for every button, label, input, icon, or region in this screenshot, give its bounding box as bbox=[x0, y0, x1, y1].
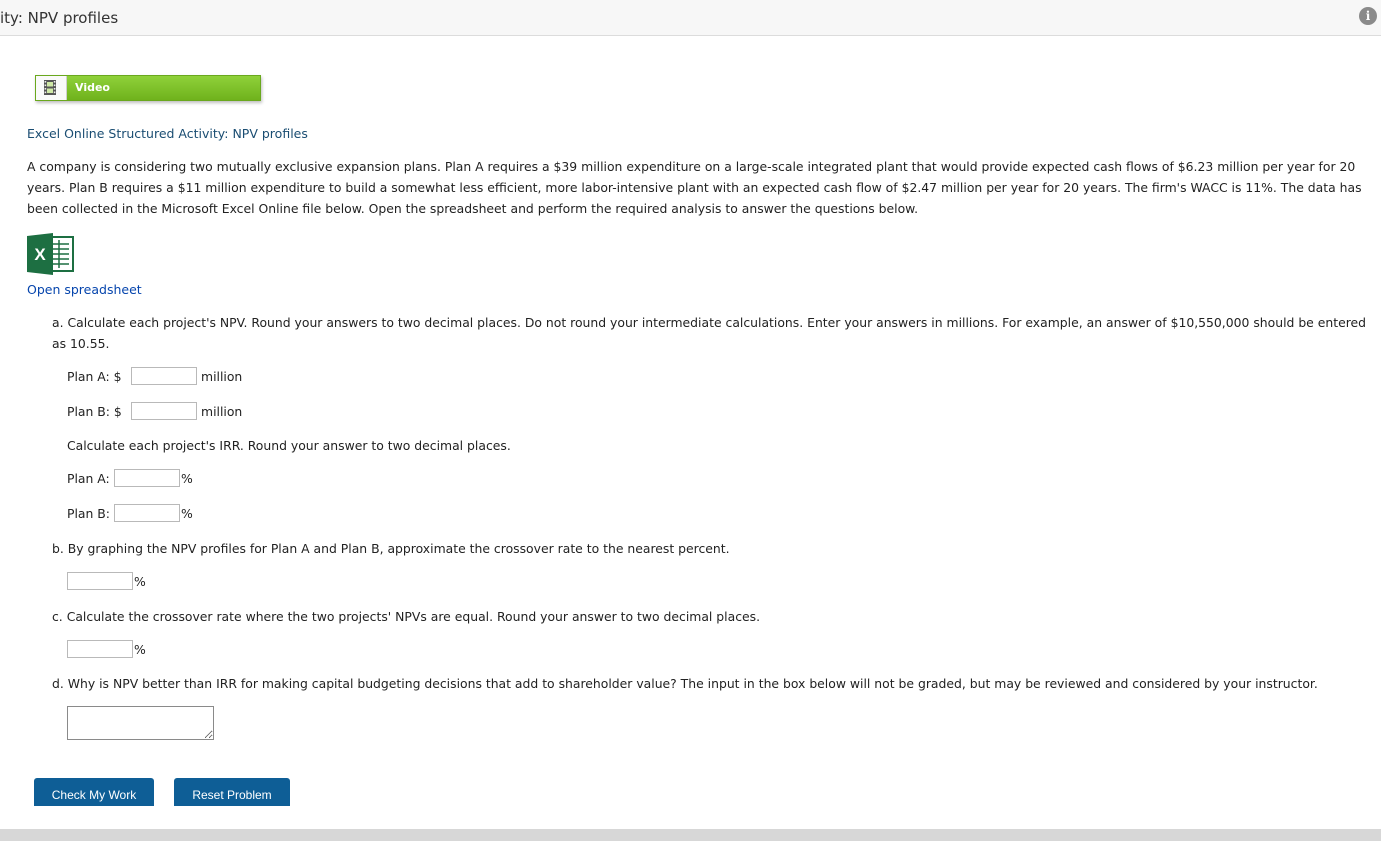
npv-plan-a-input[interactable] bbox=[131, 367, 197, 385]
irr-plan-b-label: Plan B: bbox=[67, 506, 110, 521]
irr-plan-b-input[interactable] bbox=[114, 504, 180, 522]
npv-plan-a-unit: million bbox=[201, 369, 243, 384]
question-c-prompt: c. Calculate the crossover rate where th… bbox=[52, 609, 761, 624]
npv-plan-b-label: Plan B: $ bbox=[67, 404, 122, 419]
video-label: Video bbox=[75, 81, 110, 94]
excel-icon[interactable]: X bbox=[27, 233, 75, 275]
question-b-prompt: b. By graphing the NPV profiles for Plan… bbox=[52, 541, 730, 556]
bottom-scrollbar[interactable] bbox=[0, 829, 1381, 841]
irr-plan-b-unit: % bbox=[181, 506, 193, 521]
irr-plan-a-unit: % bbox=[181, 471, 193, 486]
question-d-prompt: d. Why is NPV better than IRR for making… bbox=[52, 676, 1318, 691]
crossover-exact-unit: % bbox=[134, 642, 146, 657]
window-title: ity: NPV profiles bbox=[0, 9, 119, 27]
title-bar: ity: NPV profiles i bbox=[0, 0, 1381, 36]
check-my-work-button[interactable]: Check My Work bbox=[34, 778, 154, 806]
reset-problem-button[interactable]: Reset Problem bbox=[174, 778, 290, 806]
svg-text:X: X bbox=[34, 245, 46, 264]
info-icon[interactable]: i bbox=[1359, 7, 1377, 25]
crossover-approx-unit: % bbox=[134, 574, 146, 589]
problem-statement: A company is considering two mutually ex… bbox=[27, 159, 1362, 216]
question-a-text: a. Calculate each project's NPV. Round y… bbox=[52, 312, 1367, 354]
irr-plan-a-input[interactable] bbox=[114, 469, 180, 487]
open-spreadsheet-link[interactable]: Open spreadsheet bbox=[27, 282, 142, 297]
irr-plan-a-label: Plan A: bbox=[67, 471, 110, 486]
crossover-exact-input[interactable] bbox=[67, 640, 133, 658]
npv-vs-irr-textarea[interactable] bbox=[67, 706, 214, 740]
npv-plan-a-label: Plan A: $ bbox=[67, 369, 122, 384]
question-a-prompt: a. Calculate each project's NPV. Round y… bbox=[52, 315, 1367, 351]
video-button[interactable]: Video bbox=[35, 75, 261, 101]
npv-plan-b-unit: million bbox=[201, 404, 243, 419]
film-icon bbox=[36, 76, 67, 100]
activity-title: Excel Online Structured Activity: NPV pr… bbox=[27, 126, 308, 141]
crossover-approx-input[interactable] bbox=[67, 572, 133, 590]
npv-plan-b-input[interactable] bbox=[131, 402, 197, 420]
irr-instruction: Calculate each project's IRR. Round your… bbox=[67, 438, 511, 453]
